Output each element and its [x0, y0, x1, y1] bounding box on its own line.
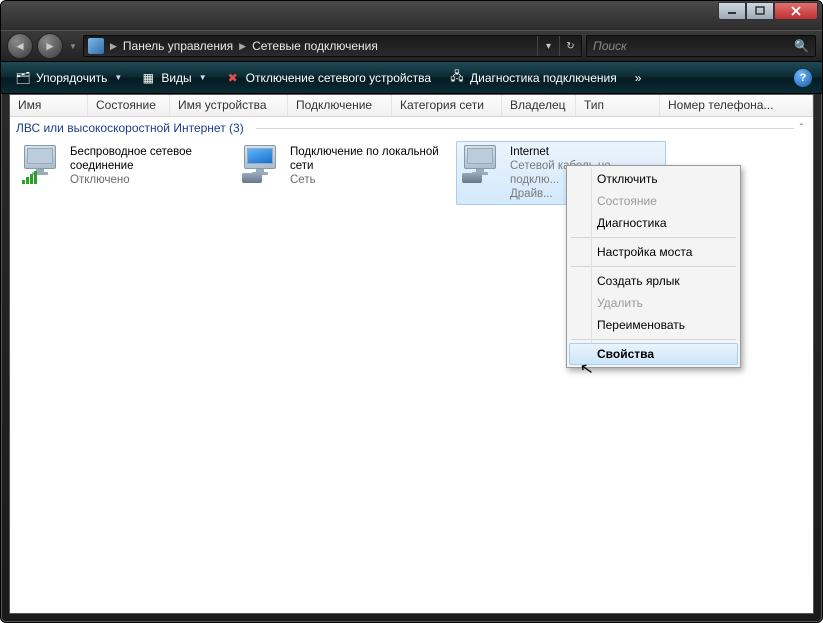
menu-disable[interactable]: Отключить — [569, 168, 738, 190]
group-separator — [256, 128, 794, 129]
disable-icon: ✖ — [225, 70, 241, 86]
menu-shortcut[interactable]: Создать ярлык — [569, 270, 738, 292]
history-dropdown[interactable]: ▼ — [67, 42, 79, 51]
column-headers: Имя Состояние Имя устройства Подключение… — [10, 95, 813, 117]
internet-icon — [460, 145, 504, 185]
menu-separator — [571, 266, 736, 267]
connection-item-lan[interactable]: Подключение по локальной сети Сеть — [236, 141, 446, 205]
back-button[interactable]: ◄ — [7, 33, 33, 59]
column-header-state[interactable]: Состояние — [88, 95, 170, 116]
item-info: Подключение по локальной сети Сеть — [290, 145, 439, 201]
lan-icon — [240, 145, 284, 185]
chevron-right-icon: ▶ — [106, 41, 121, 52]
search-placeholder: Поиск — [593, 39, 627, 53]
menu-properties[interactable]: Свойства — [569, 343, 738, 365]
views-label: Виды — [161, 71, 191, 85]
item-line1: Беспроводное сетевое — [70, 145, 192, 159]
item-line1: Подключение по локальной — [290, 145, 439, 159]
column-header-connectivity[interactable]: Подключение — [288, 95, 392, 116]
organize-icon: 🗂 — [15, 70, 31, 86]
address-bar[interactable]: ▶ Панель управления ▶ Сетевые подключени… — [83, 35, 582, 57]
nav-bar: ◄ ► ▼ ▶ Панель управления ▶ Сетевые подк… — [1, 30, 822, 62]
menu-diagnose[interactable]: Диагностика — [569, 212, 738, 234]
location-icon — [88, 38, 104, 54]
menu-bridge[interactable]: Настройка моста — [569, 241, 738, 263]
chevron-overflow-icon: » — [635, 71, 642, 85]
search-icon: 🔍 — [794, 39, 815, 53]
column-header-category[interactable]: Категория сети — [392, 95, 502, 116]
diagnose-icon: 🖧 — [449, 70, 465, 86]
menu-separator — [571, 339, 736, 340]
search-input[interactable]: Поиск 🔍 — [586, 35, 816, 57]
help-button[interactable]: ? — [794, 69, 812, 87]
item-info: Беспроводное сетевое соединение Отключен… — [70, 145, 192, 201]
column-header-device[interactable]: Имя устройства — [170, 95, 288, 116]
command-bar: 🗂 Упорядочить ▼ ▦ Виды ▼ ✖ Отключение се… — [1, 62, 822, 94]
forward-button[interactable]: ► — [37, 33, 63, 59]
column-header-owner[interactable]: Владелец — [502, 95, 576, 116]
connection-item-wireless[interactable]: Беспроводное сетевое соединение Отключен… — [16, 141, 226, 205]
item-line2: соединение — [70, 159, 192, 173]
chevron-right-icon: ▶ — [235, 41, 250, 52]
minimize-button[interactable] — [718, 2, 746, 20]
breadcrumb-item[interactable]: Сетевые подключения — [252, 39, 378, 53]
organize-button[interactable]: 🗂 Упорядочить ▼ — [7, 67, 130, 89]
item-line1: Internet — [510, 145, 662, 159]
refresh-button[interactable]: ↻ — [559, 36, 581, 56]
views-icon: ▦ — [140, 70, 156, 86]
group-header[interactable]: ЛВС или высокоскоростной Интернет (3) ˆ — [10, 117, 813, 139]
menu-rename[interactable]: Переименовать — [569, 314, 738, 336]
item-line3: Отключено — [70, 173, 192, 187]
titlebar — [1, 1, 822, 30]
window-controls — [718, 2, 818, 20]
views-button[interactable]: ▦ Виды ▼ — [132, 67, 214, 89]
menu-status: Состояние — [569, 190, 738, 212]
breadcrumb-item[interactable]: Панель управления — [123, 39, 233, 53]
client-area: Имя Состояние Имя устройства Подключение… — [9, 94, 814, 614]
context-menu: Отключить Состояние Диагностика Настройк… — [566, 165, 741, 368]
item-line2: сети — [290, 159, 439, 173]
organize-label: Упорядочить — [36, 71, 107, 85]
explorer-window: ◄ ► ▼ ▶ Панель управления ▶ Сетевые подк… — [0, 0, 823, 623]
close-button[interactable] — [774, 2, 818, 20]
collapse-icon[interactable]: ˆ — [800, 123, 807, 134]
disable-label: Отключение сетевого устройства — [246, 71, 431, 85]
wireless-icon — [20, 145, 64, 185]
column-header-name[interactable]: Имя — [10, 95, 88, 116]
disable-device-button[interactable]: ✖ Отключение сетевого устройства — [217, 67, 439, 89]
item-line3: Сеть — [290, 173, 439, 187]
column-header-type[interactable]: Тип — [576, 95, 660, 116]
menu-delete: Удалить — [569, 292, 738, 314]
chevron-down-icon: ▼ — [199, 73, 207, 82]
menu-separator — [571, 237, 736, 238]
address-dropdown[interactable]: ▾ — [537, 36, 559, 56]
diagnose-label: Диагностика подключения — [470, 71, 617, 85]
chevron-down-icon: ▼ — [114, 73, 122, 82]
column-header-phone[interactable]: Номер телефона... — [660, 95, 813, 116]
overflow-button[interactable]: » — [627, 68, 650, 88]
diagnose-button[interactable]: 🖧 Диагностика подключения — [441, 67, 625, 89]
group-title: ЛВС или высокоскоростной Интернет (3) — [16, 121, 244, 135]
maximize-button[interactable] — [746, 2, 774, 20]
